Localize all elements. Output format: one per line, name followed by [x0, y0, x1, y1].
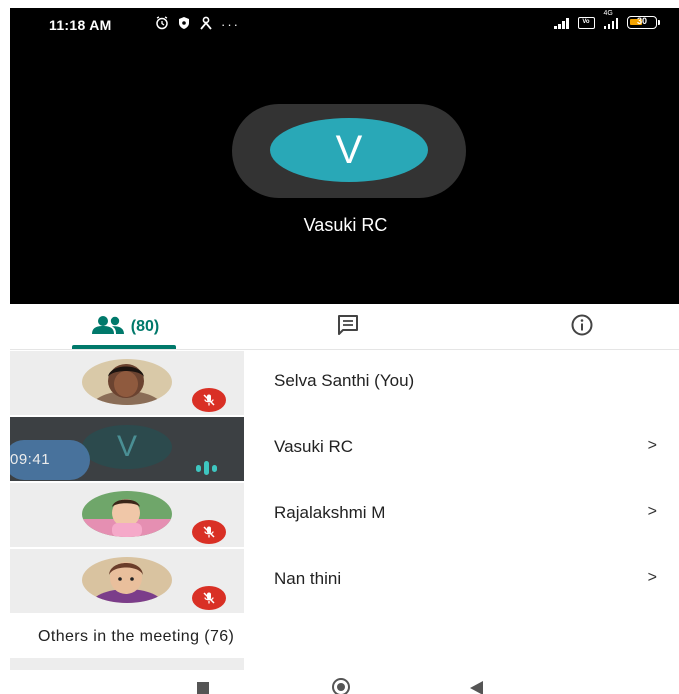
- tab-chat[interactable]: [328, 304, 368, 350]
- recent-apps-icon[interactable]: [197, 682, 209, 694]
- volte-icon: Vo: [577, 16, 595, 29]
- participant-tile: [10, 658, 244, 670]
- signal-icon: [554, 17, 569, 29]
- participant-row[interactable]: Rajalakshmi M >: [10, 483, 679, 547]
- status-icons: ···: [155, 15, 240, 35]
- participant-row[interactable]: Selva Santhi (You): [10, 351, 679, 415]
- participant-name: Rajalakshmi M: [274, 503, 386, 522]
- participant-tile: [10, 483, 244, 547]
- person-icon: [199, 16, 213, 35]
- status-bar: 11:18 AM ··· Vo 4G 30: [10, 8, 679, 42]
- participant-row[interactable]: V 09:41 Vasuki RC >: [10, 417, 679, 481]
- participant-tile: [10, 351, 244, 415]
- shield-icon: [177, 16, 191, 35]
- chat-icon: [336, 314, 360, 341]
- network-label: 4G: [603, 9, 613, 17]
- active-tab-indicator: [72, 345, 176, 349]
- alarm-icon: [155, 15, 169, 35]
- system-nav-bar: [10, 670, 679, 694]
- avatar: V: [82, 425, 172, 469]
- people-count: (80): [130, 318, 160, 335]
- participant-tile: [10, 549, 244, 613]
- battery-level: 30: [637, 16, 648, 26]
- avatar: [82, 557, 172, 603]
- chevron-right-icon[interactable]: >: [648, 569, 657, 587]
- others-section-header: Others in the meeting (76): [38, 628, 235, 645]
- meet-screen: 11:18 AM ··· Vo 4G 30 V Vasuki RC (80) S…: [10, 8, 679, 694]
- speaking-indicator-icon: [196, 461, 217, 475]
- back-icon[interactable]: [470, 681, 483, 694]
- chevron-right-icon[interactable]: >: [648, 437, 657, 455]
- info-icon: [570, 313, 594, 342]
- mic-muted-icon: [192, 520, 226, 544]
- tab-bar: (80): [10, 304, 679, 350]
- speaker-avatar: V: [270, 118, 428, 182]
- status-time: 11:18 AM: [49, 17, 112, 33]
- more-dots-icon: ···: [221, 17, 240, 32]
- participant-row[interactable]: Nan thini >: [10, 549, 679, 613]
- battery-icon: 30: [627, 16, 660, 29]
- speaker-name: Vasuki RC: [303, 215, 388, 235]
- participant-name: Nan thini: [274, 569, 342, 588]
- participant-name: Vasuki RC: [274, 437, 354, 456]
- participant-name: Selva Santhi (You): [274, 371, 415, 390]
- mic-muted-icon: [192, 586, 226, 610]
- mic-muted-icon: [192, 388, 226, 412]
- avatar: [82, 491, 172, 537]
- chevron-right-icon[interactable]: >: [648, 503, 657, 521]
- network-signal-icon: 4G: [603, 10, 618, 29]
- people-icon: [91, 315, 125, 340]
- video-stage[interactable]: 11:18 AM ··· Vo 4G 30 V Vasuki RC: [10, 8, 679, 304]
- home-icon[interactable]: [332, 678, 350, 694]
- avatar: [82, 359, 172, 405]
- tab-people[interactable]: (80): [70, 304, 180, 350]
- status-right-icons: Vo 4G 30: [554, 10, 660, 29]
- call-timer: 09:41: [10, 440, 90, 480]
- tab-info[interactable]: [562, 304, 602, 350]
